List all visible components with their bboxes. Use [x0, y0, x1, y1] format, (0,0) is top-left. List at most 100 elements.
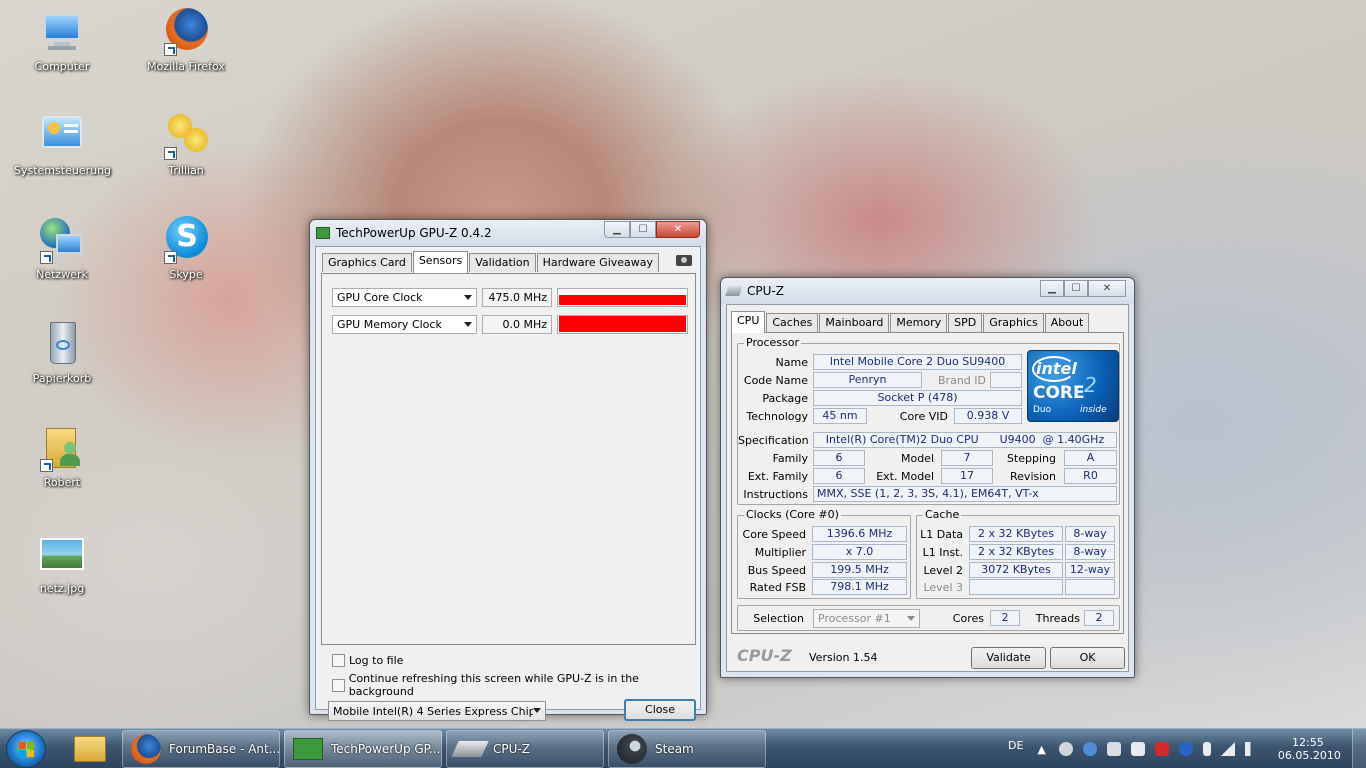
cpuz-titlebar[interactable]: CPU-Z ▁ ☐ ✕	[721, 278, 1134, 304]
device-select[interactable]: Mobile Intel(R) 4 Series Express Chipset…	[328, 701, 546, 721]
cpuz-icon	[451, 741, 489, 757]
close-window-button[interactable]: ✕	[1088, 280, 1126, 297]
corespeed-label: Core Speed	[742, 528, 806, 541]
sensor-select[interactable]: GPU Memory Clock	[332, 314, 477, 334]
chat-tray-icon[interactable]	[1130, 742, 1145, 756]
desktop-icon-robert[interactable]: Robert	[14, 424, 110, 489]
l1data-label: L1 Data	[920, 528, 963, 541]
window-title: CPU-Z	[747, 284, 784, 298]
bluetooth-icon[interactable]	[1178, 742, 1193, 756]
tab-validation[interactable]: Validation	[469, 253, 536, 272]
tab-about[interactable]: About	[1044, 313, 1090, 332]
show-desktop-button[interactable]	[1352, 729, 1366, 768]
taskbar-item-cpuz[interactable]: CPU-Z	[446, 730, 604, 768]
maximize-button[interactable]: ☐	[630, 221, 656, 238]
minimize-button[interactable]: ▁	[604, 221, 630, 238]
volume-icon[interactable]	[1244, 742, 1259, 756]
sensor-name: GPU Memory Clock	[337, 317, 442, 331]
desktop-icon-firefox[interactable]: Mozilla Firefox	[138, 8, 234, 73]
desktop-icon-papierkorb[interactable]: Papierkorb	[14, 320, 110, 385]
desktop-icon-label: Computer	[34, 60, 90, 73]
desktop-icon-netzwerk[interactable]: Netzwerk	[14, 216, 110, 281]
log-to-file-checkbox[interactable]: Log to file	[332, 654, 403, 667]
desktop-icon-label: Netzwerk	[36, 268, 88, 281]
start-button[interactable]	[6, 730, 46, 768]
corevid-label: Core VID	[899, 410, 948, 423]
network-signal-icon[interactable]	[1220, 742, 1235, 756]
folder-icon	[74, 736, 106, 762]
antivirus-tray-icon[interactable]	[1154, 742, 1169, 756]
camera-icon[interactable]	[676, 255, 692, 266]
selection-group: Selection Processor #1 Cores 2 Threads 2	[737, 605, 1120, 631]
gpuz-titlebar[interactable]: TechPowerUp GPU-Z 0.4.2 ▁ ☐ ✕	[310, 220, 706, 246]
desktop-icon-trillian[interactable]: Trillian	[138, 112, 234, 177]
tab-graphics-card[interactable]: Graphics Card	[322, 253, 412, 272]
close-button[interactable]: Close	[624, 699, 696, 721]
cores-field: 2	[990, 610, 1020, 626]
extmodel-field: 17	[941, 468, 993, 484]
tab-sensors[interactable]: Sensors	[412, 251, 469, 273]
processor-group: Processor Name Intel Mobile Core 2 Duo S…	[737, 336, 1120, 505]
taskbar-item-steam[interactable]: Steam	[608, 730, 766, 768]
taskbar-item-firefox[interactable]: ForumBase - Ant...	[122, 730, 280, 768]
tab-caches[interactable]: Caches	[766, 313, 819, 332]
logo-brand: intel	[1036, 359, 1077, 378]
revision-label: Revision	[1010, 470, 1056, 483]
minimize-button[interactable]: ▁	[1040, 280, 1064, 297]
close-window-button[interactable]: ✕	[656, 221, 700, 238]
tab-memory[interactable]: Memory	[890, 313, 948, 332]
update-tray-icon[interactable]	[1082, 742, 1097, 756]
display-tray-icon[interactable]	[1106, 742, 1121, 756]
logo-sub: Duo	[1033, 405, 1052, 415]
l3-field	[969, 579, 1063, 595]
checkbox-box[interactable]	[332, 654, 345, 667]
extmodel-label: Ext. Model	[876, 470, 934, 483]
explorer-pinned-button[interactable]	[62, 730, 118, 768]
tab-mainboard[interactable]: Mainboard	[819, 313, 890, 332]
battery-icon[interactable]	[1202, 742, 1211, 756]
steam-tray-icon[interactable]	[1058, 742, 1073, 756]
desktop-icon-label: Mozilla Firefox	[147, 60, 225, 73]
control-panel-icon	[38, 112, 86, 160]
name-field: Intel Mobile Core 2 Duo SU9400	[813, 354, 1022, 370]
network-icon	[38, 216, 86, 264]
gpuz-window[interactable]: TechPowerUp GPU-Z 0.4.2 ▁ ☐ ✕ Graphics C…	[309, 219, 707, 721]
maximize-button[interactable]: ☐	[1064, 280, 1088, 297]
l1data-way-field: 8-way	[1065, 526, 1115, 542]
sensor-select[interactable]: GPU Core Clock	[332, 287, 477, 307]
ok-button[interactable]: OK	[1050, 647, 1125, 669]
tab-cpu[interactable]: CPU	[731, 311, 766, 333]
tab-graphics[interactable]: Graphics	[983, 313, 1044, 332]
processor-select[interactable]: Processor #1	[813, 609, 920, 628]
taskbar: ForumBase - Ant... TechPowerUp GP... CPU…	[0, 728, 1366, 768]
taskbar-item-gpuz[interactable]: TechPowerUp GP...	[284, 730, 442, 768]
cpuz-window[interactable]: CPU-Z ▁ ☐ ✕ CPU Caches Mainboard Memory …	[720, 277, 1135, 678]
desktop-icon-label: netz.jpg	[39, 582, 85, 595]
cpuz-app-icon	[725, 286, 743, 296]
validate-button[interactable]: Validate	[971, 647, 1046, 669]
firefox-icon	[131, 734, 161, 764]
package-label: Package	[762, 392, 808, 405]
image-file-icon	[38, 530, 86, 578]
tab-hardware-giveaway[interactable]: Hardware Giveaway	[536, 253, 660, 272]
checkbox-box[interactable]	[332, 678, 345, 692]
desktop-icon-computer[interactable]: Computer	[14, 8, 110, 73]
chevron-down-icon	[907, 616, 915, 621]
cache-group: Cache L1 Data 2 x 32 KBytes 8-way L1 Ins…	[916, 508, 1120, 599]
taskbar-item-label: TechPowerUp GP...	[331, 742, 441, 756]
desktop-icon-netz-jpg[interactable]: netz.jpg	[14, 530, 110, 595]
desktop-icon-skype[interactable]: S Skype	[138, 216, 234, 281]
show-hidden-icons-icon[interactable]: ▲	[1037, 743, 1045, 756]
clock[interactable]: 12:55 06.05.2010	[1278, 736, 1341, 762]
specification-label: Specification	[738, 434, 809, 447]
desktop-icon-systemsteuerung[interactable]: Systemsteuerung	[14, 112, 111, 177]
tab-spd[interactable]: SPD	[948, 313, 983, 332]
taskbar-item-label: CPU-Z	[493, 742, 530, 756]
gpuz-app-icon	[316, 227, 330, 239]
l1inst-label: L1 Inst.	[922, 546, 963, 559]
model-label: Model	[900, 452, 934, 465]
language-indicator[interactable]: DE	[1008, 739, 1023, 752]
sensor-row: GPU Memory Clock 0.0 MHz	[332, 314, 688, 334]
sensor-name: GPU Core Clock	[337, 290, 423, 304]
continue-refresh-checkbox[interactable]: Continue refreshing this screen while GP…	[332, 672, 700, 698]
